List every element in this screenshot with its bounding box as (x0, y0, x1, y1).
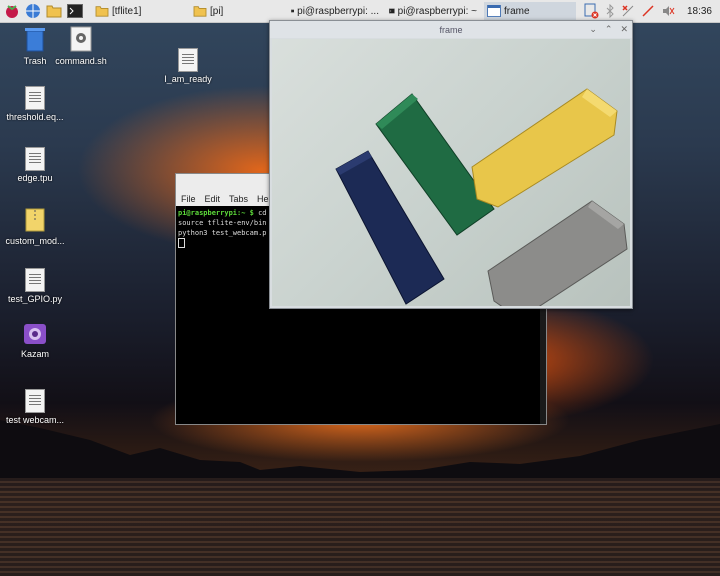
terminal-cursor (178, 238, 185, 248)
maximize-icon[interactable]: ⌃ (605, 24, 613, 35)
icon-label: test webcam... (5, 415, 65, 425)
desktop-icon-edge-tpu[interactable]: edge.tpu (0, 147, 70, 183)
script-gear-icon (70, 26, 92, 52)
menu-file[interactable]: File (181, 194, 196, 204)
camera-app-icon (24, 324, 46, 344)
wifi-off-icon[interactable] (641, 4, 655, 18)
colored-blocks-photo (335, 88, 628, 306)
terminal-text: cd (258, 209, 267, 217)
icon-label: edge.tpu (17, 173, 53, 183)
icon-label: Kazam (20, 349, 49, 359)
archive-icon (25, 208, 45, 232)
icon-label: custom_mod... (5, 236, 65, 246)
desktop-icon-threshold[interactable]: threshold.eq... (0, 86, 70, 122)
desktop-icon-test-gpio[interactable]: test_GPIO.py (0, 268, 70, 304)
desktop-icon-test-webcam[interactable]: test webcam... (0, 389, 70, 425)
icon-label: test_GPIO.py (7, 294, 63, 304)
close-icon[interactable]: ✕ (620, 24, 628, 35)
terminal-icon (389, 8, 395, 14)
folder-icon[interactable] (45, 2, 63, 20)
document-icon (25, 147, 45, 171)
terminal-icon (291, 9, 295, 13)
desktop-icon-command-sh[interactable]: command.sh (46, 26, 116, 66)
icon-label: command.sh (55, 56, 107, 66)
frame-titlebar[interactable]: frame ⌄ ⌃ ✕ (270, 21, 632, 38)
task-tflite1[interactable]: [tflite1] (92, 2, 186, 20)
folder-icon (95, 6, 109, 17)
window-icon (487, 5, 501, 17)
icon-label: I_am_ready (164, 74, 212, 84)
document-icon (25, 389, 45, 413)
volume-muted-icon[interactable] (661, 4, 675, 18)
desktop-icon-i-am-ready[interactable]: I_am_ready (153, 48, 223, 84)
minimize-icon[interactable]: ⌄ (589, 24, 597, 35)
bluetooth-icon[interactable] (605, 4, 615, 18)
task-label: [tflite1] (112, 5, 142, 17)
frame-title: frame (439, 24, 463, 35)
task-terminal-1[interactable]: pi@raspberrypi: ... (288, 2, 382, 20)
window-controls: ⌄ ⌃ ✕ (589, 21, 628, 38)
menu-edit[interactable]: Edit (205, 194, 221, 204)
task-pi[interactable]: [pi] (190, 2, 284, 20)
terminal-icon[interactable] (66, 2, 84, 20)
clock[interactable]: 18:36 (687, 6, 712, 17)
system-tray: 18:36 (583, 0, 720, 22)
desktop-icon-kazam[interactable]: Kazam (0, 323, 70, 359)
icon-label: threshold.eq... (6, 112, 64, 122)
task-label: pi@raspberrypi: ~ (397, 5, 477, 17)
frame-window[interactable]: frame ⌄ ⌃ ✕ (269, 20, 633, 309)
document-icon (25, 268, 45, 292)
raspberry-icon[interactable] (3, 2, 21, 20)
menu-tabs[interactable]: Tabs (229, 194, 248, 204)
document-icon (25, 86, 45, 110)
trash-icon (25, 28, 45, 52)
folder-icon (193, 6, 207, 17)
network-disconnected-icon[interactable] (621, 4, 635, 18)
globe-icon[interactable] (24, 2, 42, 20)
task-label: [pi] (210, 5, 224, 17)
desktop-icon-custom-model[interactable]: custom_mod... (0, 208, 70, 246)
task-label: pi@raspberrypi: ... (297, 5, 379, 17)
document-icon (178, 48, 198, 72)
task-label: frame (504, 5, 530, 17)
webcam-image (272, 39, 630, 306)
update-icon[interactable] (583, 3, 599, 19)
task-terminal-2[interactable]: pi@raspberrypi: ~ (386, 2, 480, 20)
lake-reflection (0, 478, 720, 576)
task-frame[interactable]: frame (484, 2, 576, 20)
terminal-prompt: pi@raspberrypi:~ $ (178, 209, 254, 217)
